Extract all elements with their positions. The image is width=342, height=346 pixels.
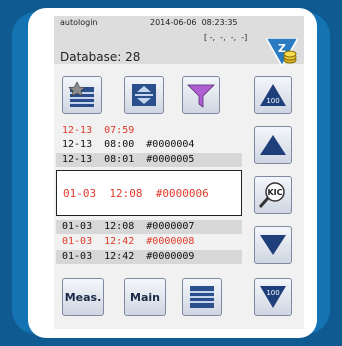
triangle-down-icon: [260, 235, 286, 255]
scroll-up-button[interactable]: [254, 126, 292, 164]
triangle-down-icon: 100: [260, 286, 286, 308]
page-up-100-button[interactable]: 100: [254, 76, 292, 114]
main-button[interactable]: Main: [124, 278, 166, 316]
page-down-100-button[interactable]: 100: [254, 278, 292, 316]
scroll-down-button[interactable]: [254, 226, 292, 264]
triangle-up-icon: 100: [260, 84, 286, 106]
kic-search-button[interactable]: KIC: [254, 176, 292, 214]
list-item[interactable]: 01-03 12:08 #0000007: [56, 220, 242, 234]
device-screen: autologin 2014-06-06 08:23:35 [ -, -, -,…: [54, 16, 304, 329]
list-item[interactable]: 01-03 12:42 #0000008: [56, 235, 242, 249]
triangle-up-icon: [260, 135, 286, 155]
list-item[interactable]: 12-13 07:59: [56, 124, 242, 138]
magnifier-kic-icon: KIC: [258, 182, 285, 208]
coin-stack-icon: [283, 50, 297, 64]
sort-updown-icon: [132, 84, 156, 106]
coords-readout: [ -, -, -, -]: [204, 33, 248, 42]
page-down-label: 100: [266, 289, 279, 297]
page-up-label: 100: [266, 97, 279, 105]
list-item[interactable]: 01-03 12:42 #0000009: [56, 250, 242, 264]
filter-button[interactable]: [182, 76, 220, 114]
kic-label: KIC: [267, 188, 282, 197]
database-count: Database: 28: [60, 50, 141, 64]
user-label: autologin: [60, 18, 98, 27]
list-item[interactable]: 12-13 08:01 #0000005: [56, 153, 242, 167]
list-star-icon: [68, 81, 94, 107]
funnel-icon: [187, 84, 215, 108]
list-button[interactable]: [182, 278, 222, 316]
datetime-label: 2014-06-06 08:23:35: [150, 18, 238, 27]
list-star-button[interactable]: [62, 76, 102, 114]
sort-button[interactable]: [124, 76, 164, 114]
meas-button[interactable]: Meas.: [62, 278, 104, 316]
list-item[interactable]: 12-13 08:00 #0000004: [56, 138, 242, 152]
list-item-selected[interactable]: 01-03 12:08 #0000006: [56, 170, 242, 216]
list-icon: [190, 286, 214, 308]
